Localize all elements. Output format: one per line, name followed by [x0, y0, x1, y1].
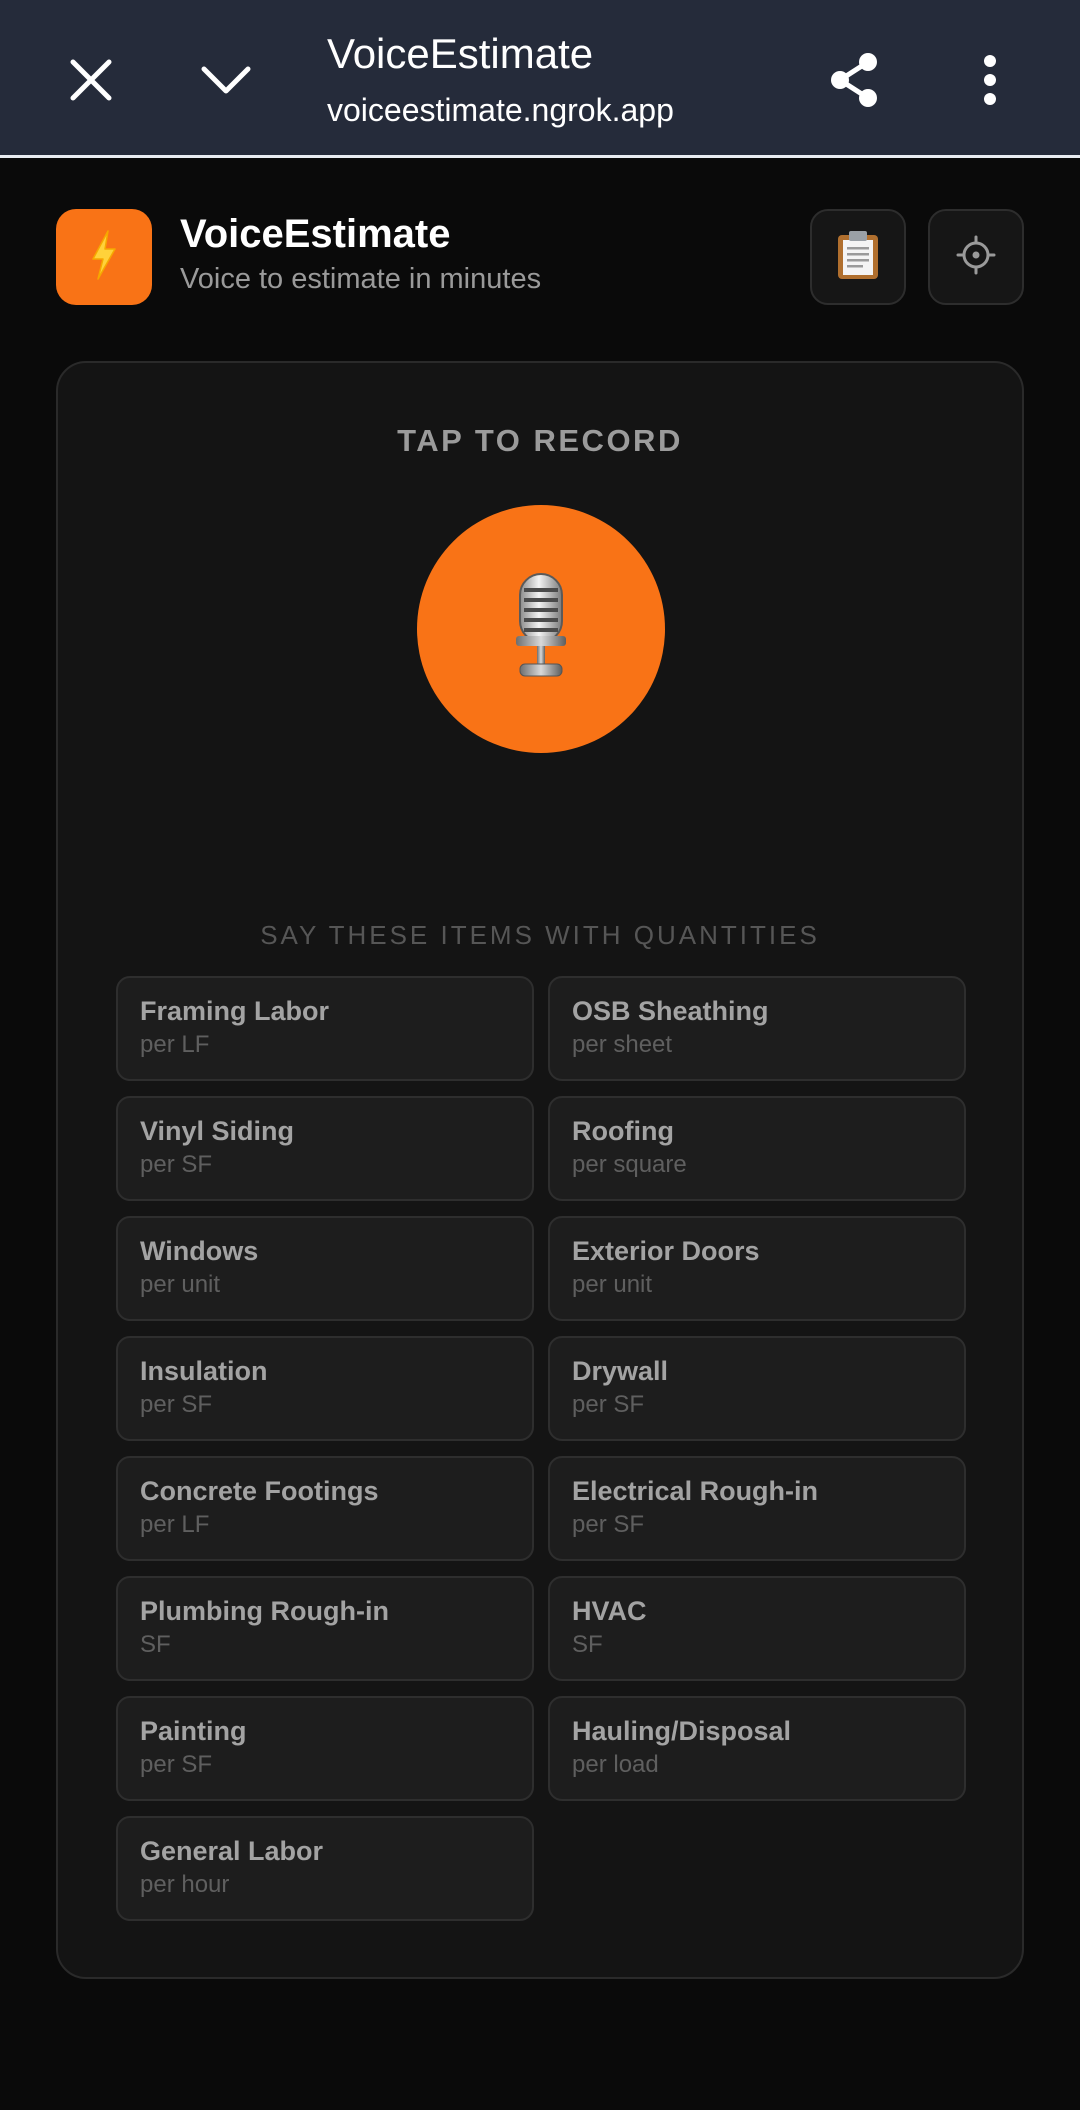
item-card: Painting per SF: [116, 1696, 534, 1801]
item-card: Electrical Rough-in per SF: [548, 1456, 966, 1561]
item-card: OSB Sheathing per sheet: [548, 976, 966, 1081]
item-card: Drywall per SF: [548, 1336, 966, 1441]
item-unit: SF: [140, 1631, 171, 1658]
settings-icon: [956, 235, 996, 280]
item-name: Exterior Doors: [572, 1236, 760, 1266]
item-card: Framing Labor per LF: [116, 976, 534, 1081]
share-icon[interactable]: [818, 44, 890, 116]
clipboard-icon: [836, 230, 880, 285]
clipboard-button[interactable]: [810, 209, 906, 305]
microphone-icon: [506, 572, 576, 687]
item-unit: per load: [572, 1751, 659, 1778]
item-name: Concrete Footings: [140, 1476, 379, 1506]
item-unit: per LF: [140, 1031, 210, 1058]
item-name: Electrical Rough-in: [572, 1476, 819, 1506]
item-card: Hauling/Disposal per load: [548, 1696, 966, 1801]
item-unit: per hour: [140, 1871, 230, 1898]
item-name: Insulation: [140, 1356, 268, 1386]
item-name: Windows: [140, 1236, 259, 1266]
app-title: VoiceEstimate: [180, 212, 451, 256]
item-card: HVAC SF: [548, 1576, 966, 1681]
item-unit: per sheet: [572, 1031, 673, 1058]
item-name: HVAC: [572, 1596, 647, 1626]
item-name: Plumbing Rough-in: [140, 1596, 389, 1626]
recorder-card: TAP TO RECORD SAY THESE ITEMS WITH QUANT…: [56, 361, 1024, 1979]
browser-toolbar: VoiceEstimate voiceestimate.ngrok.app: [0, 0, 1080, 158]
item-name: General Labor: [140, 1836, 324, 1866]
item-card: Concrete Footings per LF: [116, 1456, 534, 1561]
item-unit: per SF: [140, 1751, 213, 1778]
item-name: Drywall: [572, 1356, 669, 1386]
items-grid: Framing Labor per LF OSB Sheathing per s…: [116, 976, 966, 1921]
item-card: General Labor per hour: [116, 1816, 534, 1921]
item-card: Exterior Doors per unit: [548, 1216, 966, 1321]
browser-url[interactable]: voiceestimate.ngrok.app: [327, 92, 674, 129]
settings-button[interactable]: [928, 209, 1024, 305]
item-name: Vinyl Siding: [140, 1116, 295, 1146]
item-card: Plumbing Rough-in SF: [116, 1576, 534, 1681]
item-card: Roofing per square: [548, 1096, 966, 1201]
item-unit: per SF: [140, 1391, 213, 1418]
item-unit: SF: [572, 1631, 603, 1658]
close-icon[interactable]: [55, 44, 127, 116]
item-name: Hauling/Disposal: [572, 1716, 792, 1746]
lightning-bolt-icon: [89, 229, 119, 286]
item-card: Insulation per SF: [116, 1336, 534, 1441]
item-card: Windows per unit: [116, 1216, 534, 1321]
app-logo: [56, 209, 152, 305]
item-unit: per square: [572, 1151, 687, 1178]
chevron-down-icon[interactable]: [190, 44, 262, 116]
record-heading: TAP TO RECORD: [397, 423, 683, 458]
item-name: Roofing: [572, 1116, 674, 1146]
app-tagline: Voice to estimate in minutes: [180, 263, 542, 295]
item-unit: per SF: [572, 1391, 645, 1418]
record-button[interactable]: [417, 505, 665, 753]
item-card: Vinyl Siding per SF: [116, 1096, 534, 1201]
item-unit: per unit: [572, 1271, 653, 1298]
item-unit: per SF: [140, 1151, 213, 1178]
item-unit: per unit: [140, 1271, 221, 1298]
item-name: Framing Labor: [140, 996, 330, 1026]
item-unit: per LF: [140, 1511, 210, 1538]
browser-page-title: VoiceEstimate: [327, 30, 594, 77]
item-unit: per SF: [572, 1511, 645, 1538]
items-heading: SAY THESE ITEMS WITH QUANTITIES: [260, 920, 820, 950]
item-name: Painting: [140, 1716, 247, 1746]
item-name: OSB Sheathing: [572, 996, 769, 1026]
more-vert-icon[interactable]: [954, 44, 1026, 116]
